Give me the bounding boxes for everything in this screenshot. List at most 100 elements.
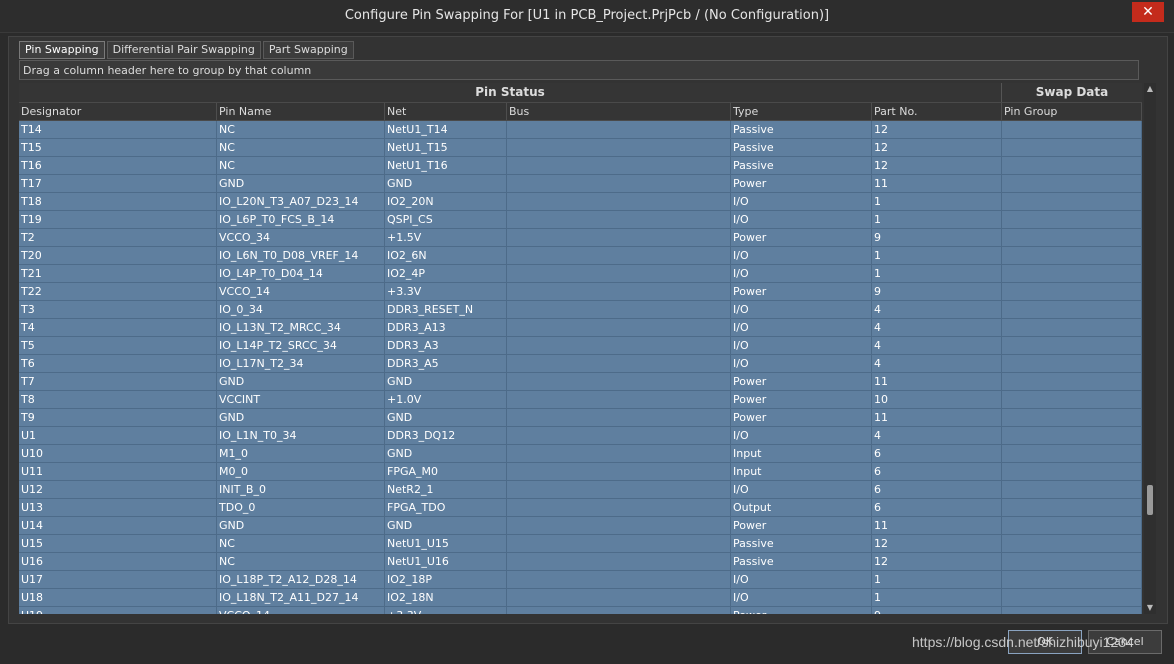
table-row[interactable]: T16 NC NetU1_T16 Passive 12 bbox=[19, 157, 1142, 175]
tab-pin-swapping[interactable]: Pin Swapping bbox=[19, 41, 105, 59]
table-row[interactable]: T9 GND GND Power 11 bbox=[19, 409, 1142, 427]
table-body: T14 NC NetU1_T14 Passive 12 T15 NC NetU1_T15 Pas… bbox=[19, 121, 1142, 614]
table-row[interactable]: T4 IO_L13N_T2_MRCC_34 DDR3_A13 I/O 4 bbox=[19, 319, 1142, 337]
table-row[interactable]: U19VCCO_14+3.3V Power9 bbox=[19, 607, 1142, 614]
cell-net: NetR2_1 bbox=[385, 481, 507, 498]
cell-bus bbox=[507, 301, 731, 318]
scroll-down-icon[interactable]: ▼ bbox=[1144, 602, 1156, 614]
cell-part-no: 11 bbox=[872, 373, 1002, 390]
cell-type: I/O bbox=[731, 247, 872, 264]
cell-type: Power bbox=[731, 229, 872, 246]
cell-type: Power bbox=[731, 391, 872, 408]
table-row[interactable]: U10 M1_0 GND Input 6 bbox=[19, 445, 1142, 463]
cell-pin-group bbox=[1002, 481, 1142, 498]
cell-net: +1.0V bbox=[385, 391, 507, 408]
cell-pin-group bbox=[1002, 517, 1142, 534]
table-row[interactable]: T17 GND GND Power 11 bbox=[19, 175, 1142, 193]
cell-designator: U10 bbox=[19, 445, 217, 462]
table-row[interactable]: U13 TDO_0 FPGA_TDO Output 6 bbox=[19, 499, 1142, 517]
col-header-pin-group[interactable]: Pin Group bbox=[1002, 103, 1142, 120]
table-row[interactable]: T5 IO_L14P_T2_SRCC_34 DDR3_A3 I/O 4 bbox=[19, 337, 1142, 355]
cell-net: NetU1_T15 bbox=[385, 139, 507, 156]
cell-net: IO2_6N bbox=[385, 247, 507, 264]
col-header-bus[interactable]: Bus bbox=[507, 103, 731, 120]
band-swap-data: Swap Data bbox=[1035, 85, 1109, 99]
cell-pin-name: IO_L4P_T0_D04_14 bbox=[217, 265, 385, 282]
cell-bus bbox=[507, 157, 731, 174]
table-row[interactable]: T14 NC NetU1_T14 Passive 12 bbox=[19, 121, 1142, 139]
group-by-area[interactable]: Drag a column header here to group by th… bbox=[19, 60, 1139, 80]
table-row[interactable]: U12 INIT_B_0 NetR2_1 I/O 6 bbox=[19, 481, 1142, 499]
cell-bus bbox=[507, 319, 731, 336]
vertical-scrollbar[interactable]: ▲ ▼ bbox=[1144, 83, 1156, 614]
table-row[interactable]: U16 NC NetU1_U16 Passive 12 bbox=[19, 553, 1142, 571]
col-header-pin-name[interactable]: Pin Name bbox=[217, 103, 385, 120]
tab-differential-pair-swapping[interactable]: Differential Pair Swapping bbox=[106, 41, 261, 59]
cell-pin-name: IO_L18N_T2_A11_D27_14 bbox=[217, 589, 385, 606]
cell-type: Passive bbox=[731, 121, 872, 138]
cell-pin-group bbox=[1002, 193, 1142, 210]
table-row[interactable]: U15 NC NetU1_U15 Passive 12 bbox=[19, 535, 1142, 553]
table-row[interactable]: U17 IO_L18P_T2_A12_D28_14 IO2_18P I/O 1 bbox=[19, 571, 1142, 589]
cell-net: +1.5V bbox=[385, 229, 507, 246]
cell-designator: T18 bbox=[19, 193, 217, 210]
cell-pin-group bbox=[1002, 139, 1142, 156]
table-row[interactable]: U1 IO_L1N_T0_34 DDR3_DQ12 I/O 4 bbox=[19, 427, 1142, 445]
table-row[interactable]: T19 IO_L6P_T0_FCS_B_14 QSPI_CS I/O 1 bbox=[19, 211, 1142, 229]
cell-pin-group bbox=[1002, 211, 1142, 228]
cell-bus bbox=[507, 283, 731, 300]
cell-pin-name: VCCO_34 bbox=[217, 229, 385, 246]
cell-net: NetU1_U15 bbox=[385, 535, 507, 552]
cell-net: DDR3_DQ12 bbox=[385, 427, 507, 444]
cell-type: Power bbox=[731, 175, 872, 192]
cell-pin-group bbox=[1002, 283, 1142, 300]
tab-part-swapping[interactable]: Part Swapping bbox=[262, 41, 354, 59]
cell-pin-group bbox=[1002, 535, 1142, 552]
cell-type: I/O bbox=[731, 211, 872, 228]
cell-part-no: 4 bbox=[872, 427, 1002, 444]
cell-net: NetU1_T16 bbox=[385, 157, 507, 174]
cell-bus bbox=[507, 139, 731, 156]
table-row[interactable]: T22 VCCO_14 +3.3V Power 9 bbox=[19, 283, 1142, 301]
col-header-part-no[interactable]: Part No. bbox=[872, 103, 1002, 120]
cell-net: GND bbox=[385, 373, 507, 390]
cell-pin-group bbox=[1002, 175, 1142, 192]
dialog-body: Pin Swapping Differential Pair Swapping … bbox=[8, 36, 1168, 624]
table-row[interactable]: T3 IO_0_34 DDR3_RESET_N I/O 4 bbox=[19, 301, 1142, 319]
table-row[interactable]: T8 VCCINT +1.0V Power 10 bbox=[19, 391, 1142, 409]
scroll-thumb[interactable] bbox=[1147, 485, 1153, 515]
cell-net: NetU1_T14 bbox=[385, 121, 507, 138]
cell-net: FPGA_TDO bbox=[385, 499, 507, 516]
cell-pin-name: IO_L6N_T0_D08_VREF_14 bbox=[217, 247, 385, 264]
cell-designator: U1 bbox=[19, 427, 217, 444]
cell-bus bbox=[507, 337, 731, 354]
cell-part-no: 9 bbox=[872, 607, 1002, 614]
table-row[interactable]: U11 M0_0 FPGA_M0 Input 6 bbox=[19, 463, 1142, 481]
cell-bus bbox=[507, 571, 731, 588]
cell-bus bbox=[507, 517, 731, 534]
table-row[interactable]: T2 VCCO_34 +1.5V Power 9 bbox=[19, 229, 1142, 247]
table-row[interactable]: U14 GND GND Power 11 bbox=[19, 517, 1142, 535]
scroll-up-icon[interactable]: ▲ bbox=[1144, 83, 1156, 95]
column-headers: Designator Pin Name Net Bus Type Part No… bbox=[19, 103, 1142, 121]
table-row[interactable]: T7 GND GND Power 11 bbox=[19, 373, 1142, 391]
col-header-net[interactable]: Net bbox=[385, 103, 507, 120]
table-row[interactable]: T21 IO_L4P_T0_D04_14 IO2_4P I/O 1 bbox=[19, 265, 1142, 283]
close-button[interactable]: ✕ bbox=[1132, 2, 1164, 22]
table-row[interactable]: T18 IO_L20N_T3_A07_D23_14 IO2_20N I/O 1 bbox=[19, 193, 1142, 211]
cell-part-no: 10 bbox=[872, 391, 1002, 408]
cell-bus bbox=[507, 481, 731, 498]
cell-pin-name: IO_L1N_T0_34 bbox=[217, 427, 385, 444]
cell-designator: T4 bbox=[19, 319, 217, 336]
table-row[interactable]: T6 IO_L17N_T2_34 DDR3_A5 I/O 4 bbox=[19, 355, 1142, 373]
col-header-designator[interactable]: Designator bbox=[19, 103, 217, 120]
cell-designator: T9 bbox=[19, 409, 217, 426]
table-row[interactable]: T20 IO_L6N_T0_D08_VREF_14 IO2_6N I/O 1 bbox=[19, 247, 1142, 265]
cell-part-no: 4 bbox=[872, 319, 1002, 336]
cell-designator: T2 bbox=[19, 229, 217, 246]
cell-designator: U19 bbox=[19, 607, 217, 614]
table-row[interactable]: T15 NC NetU1_T15 Passive 12 bbox=[19, 139, 1142, 157]
cell-type: Output bbox=[731, 499, 872, 516]
col-header-type[interactable]: Type bbox=[731, 103, 872, 120]
table-row[interactable]: U18 IO_L18N_T2_A11_D27_14 IO2_18N I/O 1 bbox=[19, 589, 1142, 607]
